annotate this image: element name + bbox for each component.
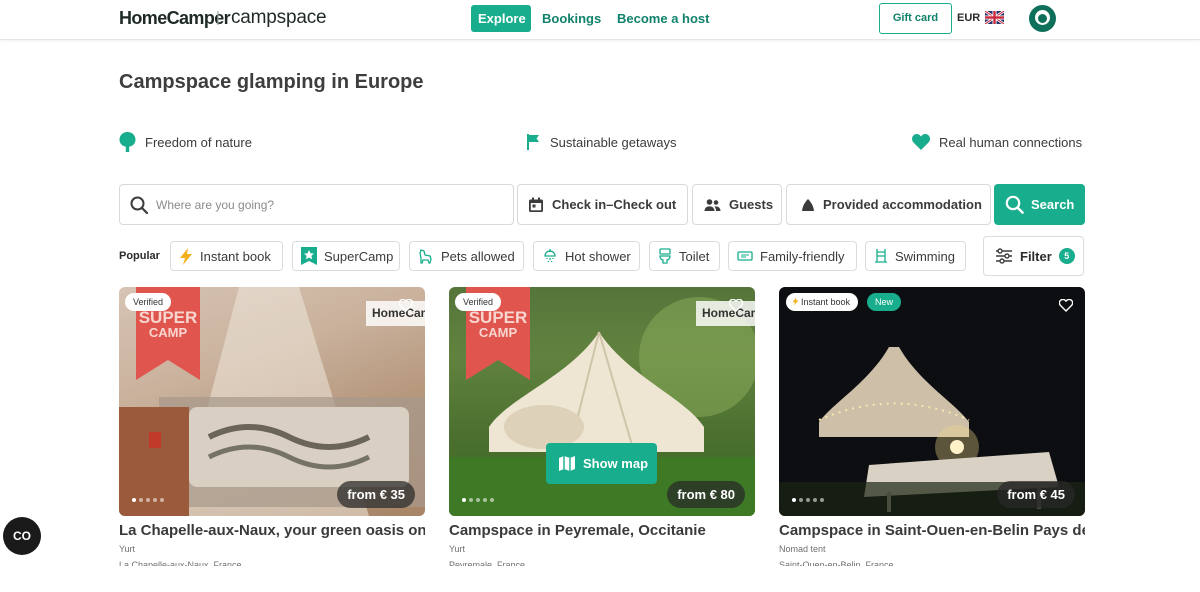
supercamp-text: CAMP xyxy=(479,325,518,340)
chip-hot-shower[interactable]: Hot shower xyxy=(533,241,640,271)
chip-swimming[interactable]: Swimming xyxy=(865,241,966,271)
chip-label: Instant book xyxy=(200,248,271,264)
image-carousel-dots[interactable] xyxy=(462,498,494,502)
toilet-icon xyxy=(659,248,671,264)
dog-icon xyxy=(419,249,432,264)
guests-selector[interactable]: Guests xyxy=(692,184,782,225)
feature-label: Freedom of nature xyxy=(145,134,252,150)
feature-label: Sustainable getaways xyxy=(550,134,677,150)
search-button[interactable]: Search xyxy=(994,184,1085,225)
page-title: Campspace glamping in Europe xyxy=(119,71,424,93)
nav-become-a-host[interactable]: Become a host xyxy=(610,5,716,32)
uk-flag-icon[interactable] xyxy=(985,11,1004,24)
flag-icon xyxy=(527,134,539,150)
cookie-settings-button[interactable]: CO xyxy=(3,517,41,555)
campspace-logo[interactable]: campspace xyxy=(231,7,327,29)
tree-icon xyxy=(119,132,136,152)
homecamper-logo[interactable]: HomeCamper xyxy=(119,8,231,29)
feature-real-human-connections: Real human connections xyxy=(912,132,1082,152)
feature-sustainable-getaways: Sustainable getaways xyxy=(526,132,676,152)
filter-label: Filter xyxy=(1020,248,1052,264)
user-avatar[interactable] xyxy=(1029,5,1056,32)
homecamper-watermark: HomeCamper xyxy=(366,301,425,326)
destination-search-input[interactable]: Where are you going? xyxy=(119,184,514,225)
nav-bookings[interactable]: Bookings xyxy=(535,5,608,32)
gift-card-button[interactable]: Gift card xyxy=(879,3,952,34)
price-tag: from € 35 xyxy=(337,481,415,508)
instant-book-label: Instant book xyxy=(801,297,851,307)
homecamper-watermark: HomeCamper xyxy=(696,301,755,326)
filter-count-badge: 5 xyxy=(1058,248,1075,264)
search-button-label: Search xyxy=(1031,197,1075,212)
listing-location: Peyremale, France xyxy=(449,560,526,566)
verified-badge: Verified xyxy=(455,293,502,311)
accommodation-selector[interactable]: Provided accommodation xyxy=(786,184,991,225)
nav-explore[interactable]: Explore xyxy=(471,5,531,32)
chip-pets-allowed[interactable]: Pets allowed xyxy=(409,241,524,271)
family-icon xyxy=(737,251,753,261)
top-navbar: HomeCamper | campspace Explore Bookings … xyxy=(0,0,1200,40)
swimming-ladder-icon xyxy=(875,249,887,263)
calendar-icon xyxy=(529,197,543,212)
listing-title[interactable]: La Chapelle-aux-Naux, your green oasis o… xyxy=(119,522,425,539)
show-map-label: Show map xyxy=(583,456,649,471)
favorite-heart-icon[interactable] xyxy=(1059,299,1073,312)
instant-book-badge: Instant book xyxy=(786,293,859,311)
listing-type: Yurt xyxy=(119,544,136,554)
listing-type: Yurt xyxy=(449,544,466,554)
image-carousel-dots[interactable] xyxy=(132,498,164,502)
shower-icon xyxy=(544,249,556,262)
chip-toilet[interactable]: Toilet xyxy=(649,241,720,271)
lightning-icon xyxy=(792,297,799,306)
chip-label: SuperCamp xyxy=(324,248,394,264)
accommodation-label: Provided accommodation xyxy=(823,197,982,212)
search-icon xyxy=(1005,195,1024,214)
avatar-inner xyxy=(1038,14,1047,23)
price-tag: from € 45 xyxy=(997,481,1075,508)
listing-image[interactable]: Instant book New from € 45 xyxy=(779,287,1085,516)
listing-type: Nomad tent xyxy=(779,544,826,554)
sliders-icon xyxy=(996,248,1012,264)
popular-label: Popular xyxy=(119,250,160,262)
logo-separator: | xyxy=(216,9,220,26)
chip-label: Swimming xyxy=(895,248,955,264)
favorite-heart-icon[interactable] xyxy=(729,299,743,312)
chip-family-friendly[interactable]: Family-friendly xyxy=(728,241,857,271)
listing-image[interactable]: SUPER CAMP Verified HomeCamper Show map … xyxy=(449,287,755,516)
listing-title[interactable]: Campspace in Saint-Ouen-en-Belin Pays de xyxy=(779,522,1085,539)
chip-label: Toilet xyxy=(679,248,710,264)
chip-label: Hot shower xyxy=(565,248,631,264)
heart-icon xyxy=(912,134,930,150)
date-range-label: Check in–Check out xyxy=(552,197,677,212)
lightning-icon xyxy=(180,247,192,265)
supercamp-star-icon xyxy=(301,247,317,265)
listing-location: La Chapelle-aux-Naux, France xyxy=(119,560,242,566)
price-tag: from € 80 xyxy=(667,481,745,508)
favorite-heart-icon[interactable] xyxy=(399,299,413,312)
supercamp-text: CAMP xyxy=(149,325,188,340)
verified-badge: Verified xyxy=(125,293,172,311)
chip-label: Pets allowed xyxy=(441,248,515,264)
show-map-button[interactable]: Show map xyxy=(546,443,657,484)
chip-label: Family-friendly xyxy=(760,248,845,264)
image-carousel-dots[interactable] xyxy=(792,498,824,502)
new-badge: New xyxy=(867,293,902,311)
tent-icon xyxy=(802,198,814,211)
feature-label: Real human connections xyxy=(939,134,1083,150)
feature-freedom-of-nature: Freedom of nature xyxy=(119,132,252,152)
date-range-picker[interactable]: Check in–Check out xyxy=(517,184,688,225)
map-icon xyxy=(559,456,575,471)
chip-supercamp[interactable]: SuperCamp xyxy=(292,241,400,271)
filter-button[interactable]: Filter 5 xyxy=(983,236,1084,276)
listing-title[interactable]: Campspace in Peyremale, Occitanie xyxy=(449,522,755,539)
chip-instant-book[interactable]: Instant book xyxy=(170,241,283,271)
search-placeholder: Where are you going? xyxy=(156,197,275,212)
guests-icon xyxy=(704,198,721,211)
listing-location: Saint-Ouen-en-Belin, France xyxy=(779,560,894,566)
listing-image[interactable]: SUPER CAMP Verified HomeCamper from € 35 xyxy=(119,287,425,516)
guests-label: Guests xyxy=(729,197,774,212)
currency-selector[interactable]: EUR xyxy=(957,12,980,24)
search-icon xyxy=(130,196,148,214)
